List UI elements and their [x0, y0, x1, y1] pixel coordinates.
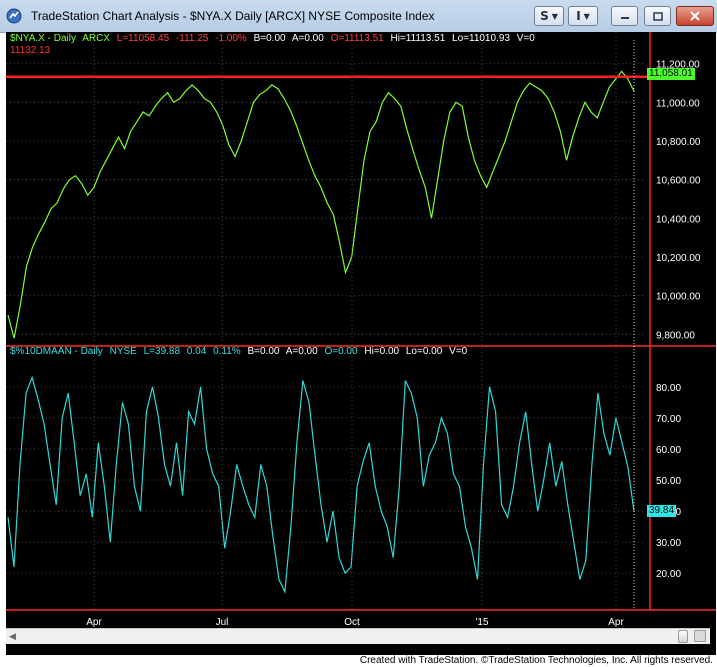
time-axis-label: '15 — [475, 617, 488, 628]
scroll-left-icon[interactable]: ◀ — [9, 631, 16, 642]
tradestation-app-icon — [6, 8, 22, 24]
price-tick-label: 10,200.00 — [656, 253, 701, 264]
chevron-down-icon: ▼ — [583, 11, 590, 21]
indicator-ask: A=0.00 — [285, 346, 318, 357]
price-tick-label: 10,400.00 — [656, 214, 701, 225]
time-axis-label: Oct — [344, 617, 360, 628]
indicator-low: Lo=0.00 — [405, 346, 443, 357]
price-panel-header: $NYA.X - Daily ARCX L=11058.45 -111.25 -… — [10, 33, 539, 44]
indicator-change: 0.04 — [186, 346, 207, 357]
info-button[interactable]: I ▼ — [568, 6, 598, 26]
minimize-button[interactable] — [611, 6, 638, 26]
indicator-tick-label: 20.00 — [656, 569, 681, 580]
close-button[interactable] — [676, 6, 714, 26]
info-label: I — [576, 9, 581, 23]
price-exchange: ARCX — [82, 33, 110, 44]
close-icon — [690, 11, 700, 21]
indicator-pct-change: 0.11% — [213, 346, 241, 357]
indicator-open: O=0.00 — [324, 346, 358, 357]
price-change: -111.25 — [175, 33, 209, 44]
indicator-last: L=39.88 — [143, 346, 181, 357]
chevron-down-icon: ▼ — [551, 11, 558, 21]
price-pct-change: -1.00% — [215, 33, 247, 44]
price-symbol: $NYA.X - Daily — [10, 33, 76, 44]
symbol-link-button[interactable]: S ▼ — [534, 6, 564, 26]
indicator-tick-label: 30.00 — [656, 538, 681, 549]
price-last-marker: 11,058.01 — [647, 68, 695, 80]
time-axis-label: Apr — [608, 617, 624, 628]
footer-credit: Created with TradeStation. ©TradeStation… — [359, 655, 713, 666]
price-tick-label: 10,800.00 — [656, 137, 701, 148]
window-title: TradeStation Chart Analysis - $NYA.X Dai… — [31, 9, 435, 23]
price-tick-label: 10,000.00 — [656, 292, 701, 303]
chart-window: TradeStation Chart Analysis - $NYA.X Dai… — [0, 0, 717, 655]
price-bid: B=0.00 — [253, 33, 286, 44]
scroll-thumb[interactable] — [678, 630, 688, 643]
price-series-line — [7, 70, 635, 339]
price-tick-label: 11,000.00 — [656, 98, 700, 109]
indicator-tick-label: 60.00 — [656, 445, 681, 456]
price-low: Lo=11010.93 — [452, 33, 510, 44]
breadth-series-line — [7, 375, 635, 595]
indicator-exchange: NYSE — [109, 346, 137, 357]
reference-level-label: 11132.13 — [10, 45, 51, 56]
indicator-tick-label: 80.00 — [656, 383, 681, 394]
indicator-high: Hi=0.00 — [364, 346, 400, 357]
title-bar[interactable]: TradeStation Chart Analysis - $NYA.X Dai… — [0, 0, 717, 33]
price-volume: V=0 — [516, 33, 535, 44]
time-axis-label: Jul — [216, 617, 229, 628]
indicator-tick-label: 70.00 — [656, 414, 681, 425]
price-open: O=11113.51 — [330, 33, 384, 44]
price-last: L=11058.45 — [116, 33, 170, 44]
price-high: Hi=11113.51 — [390, 33, 446, 44]
time-axis-label: Apr — [86, 617, 102, 628]
scroll-right-button[interactable] — [694, 630, 706, 642]
indicator-panel-header: $%10DMAAN - Daily NYSE L=39.88 0.04 0.11… — [10, 346, 471, 357]
horizontal-scrollbar[interactable]: ◀ — [6, 628, 710, 644]
maximize-button[interactable] — [644, 6, 671, 26]
price-ask: A=0.00 — [291, 33, 324, 44]
indicator-bid: B=0.00 — [247, 346, 280, 357]
chart-canvas[interactable]: 11,200.0011,000.0010,800.0010,600.0010,4… — [6, 32, 716, 628]
indicator-volume: V=0 — [449, 346, 468, 357]
price-tick-label: 10,600.00 — [656, 176, 701, 187]
chart-area[interactable]: 11,200.00 11,000.00 10,800.00 10,600.00 10,4… — [6, 32, 716, 655]
symbol-link-label: S — [540, 9, 549, 23]
maximize-icon — [652, 11, 663, 21]
minimize-icon — [620, 17, 629, 19]
price-tick-label: 9,800.00 — [656, 330, 695, 341]
indicator-symbol: $%10DMAAN - Daily — [10, 346, 103, 357]
indicator-tick-label: 50.00 — [656, 476, 681, 487]
indicator-last-marker: 39.84 — [647, 505, 677, 517]
